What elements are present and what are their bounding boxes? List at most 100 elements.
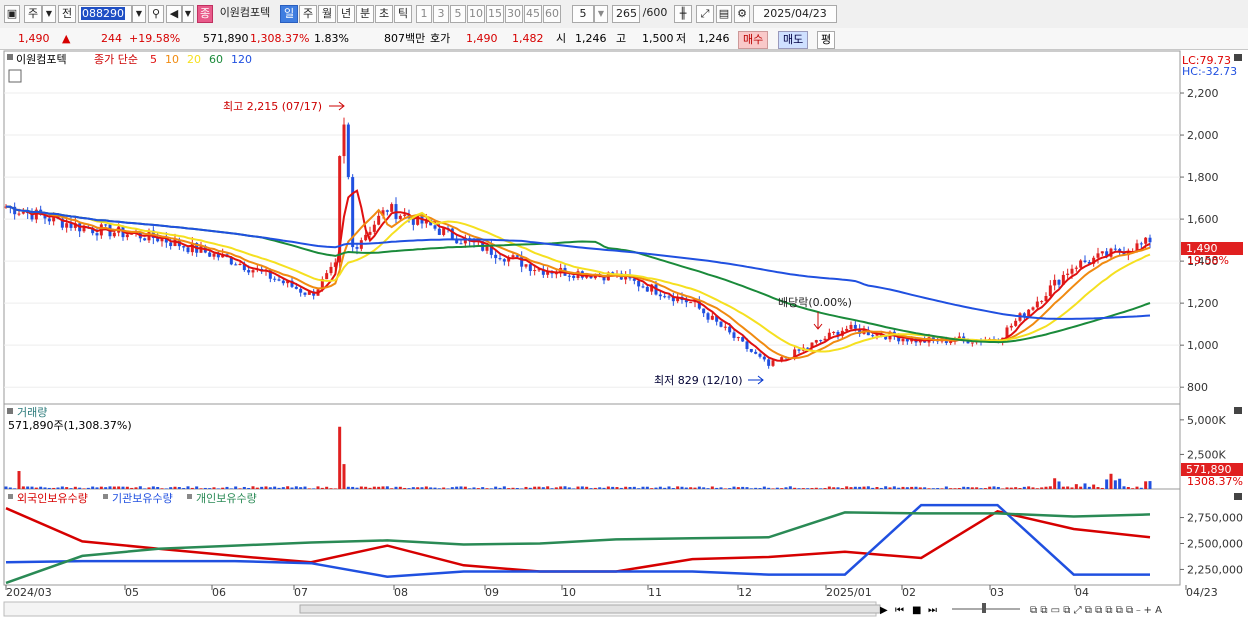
volume-bar [238, 488, 242, 489]
rewind-icon[interactable]: ⏮ [895, 605, 904, 616]
interval-button[interactable]: 15 [486, 5, 504, 23]
candle-body [814, 340, 818, 343]
candle-body [273, 278, 277, 280]
volume-bar [312, 488, 316, 489]
volume-bar [823, 488, 827, 489]
volume-bar [47, 487, 51, 489]
candle-body [502, 259, 506, 262]
volume-bar [494, 486, 498, 489]
volume-close-icon[interactable] [1234, 407, 1242, 414]
candle-body [949, 341, 953, 344]
interval-value[interactable]: 5 [572, 5, 594, 23]
scroll-thumb[interactable] [299, 604, 881, 614]
volume-bar [355, 487, 359, 489]
period-button[interactable]: 주 [299, 5, 317, 23]
save-icon[interactable]: ▤ [716, 5, 732, 23]
market-select[interactable]: 주 [24, 5, 42, 23]
volume-bar [593, 487, 597, 489]
candle-body [732, 332, 736, 338]
period-button[interactable]: 월 [318, 5, 336, 23]
candle-body [403, 214, 407, 216]
sell-button[interactable]: 매도 [778, 31, 809, 49]
candle-body [663, 296, 667, 298]
volume-bar [30, 486, 34, 489]
volume-bar [299, 487, 303, 489]
volume-bar [1109, 473, 1113, 489]
interval-button[interactable]: 3 [433, 5, 449, 23]
price-close-icon[interactable] [1234, 54, 1242, 61]
volume-bar [918, 487, 922, 489]
count-input[interactable]: 265 [612, 5, 640, 23]
trade-amount: 807백만 [384, 32, 426, 45]
volume-bar [853, 486, 857, 489]
speaker-dropdown-icon[interactable]: ▼ [182, 5, 194, 23]
volume-bar [251, 486, 255, 489]
buy-button[interactable]: 매수 [738, 31, 769, 49]
avg-button[interactable]: 평 [817, 31, 836, 49]
interval-button[interactable]: 60 [543, 5, 561, 23]
interval-dropdown-icon[interactable]: ▼ [594, 5, 608, 23]
period-button[interactable]: 분 [356, 5, 374, 23]
stock-chart[interactable]: 8001,0001,2001,4001,6001,8002,0002,2002,… [0, 50, 1248, 621]
volume-bar [1139, 487, 1143, 489]
up-arrow-icon: ▲ [62, 32, 71, 45]
volume-bar [108, 486, 112, 489]
candle-body [706, 313, 710, 320]
prev-button[interactable]: 전 [58, 5, 76, 23]
volume-bar [34, 487, 38, 489]
toolbar: ▣ 주 ▼ 전 088290 ▼ ⚲ ◀ ▼ 종 이원컴포텍 일주월년분초틱 1… [0, 0, 1248, 29]
stop-icon[interactable]: ■ [912, 605, 921, 616]
volume-bar [936, 488, 940, 489]
speaker-icon[interactable]: ◀ [166, 5, 182, 23]
volume-bar [728, 488, 732, 489]
interval-button[interactable]: 30 [505, 5, 523, 23]
annotation-high: 최고 2,215 (07/17) [223, 100, 322, 113]
volume-bar [1001, 488, 1005, 489]
period-button[interactable]: 틱 [394, 5, 412, 23]
volume-bar [1144, 481, 1148, 489]
stock-badge: 종 [197, 5, 213, 23]
volume-panel [3, 403, 1181, 490]
zoom-handle[interactable] [982, 603, 986, 613]
scroll-right-icon[interactable]: ▶ [880, 605, 888, 616]
open-label: 시 [556, 32, 567, 45]
candle-body [645, 286, 649, 292]
volume-bar [749, 488, 753, 489]
price-tick-label: 2,200 [1187, 87, 1219, 100]
window-icon[interactable]: ▣ [4, 5, 20, 23]
interval-button[interactable]: 1 [416, 5, 432, 23]
interval-button[interactable]: 45 [524, 5, 542, 23]
crosshair-icon[interactable]: ⤢ [696, 5, 714, 23]
interval-button[interactable]: 10 [467, 5, 485, 23]
date-input[interactable]: 2025/04/23 [753, 5, 837, 23]
x-tick-label: 04/23 [1186, 586, 1218, 599]
candle-body [723, 326, 727, 328]
volume-bar [320, 487, 324, 489]
code-dropdown-icon[interactable]: ▼ [132, 5, 146, 23]
tool-icons[interactable]: ⧉ ⧉ ▭ ⧉ ⤢ ⧉ ⧉ ⧉ ⧉ ⧉ ⎯ + A [1030, 605, 1162, 616]
interval-button[interactable]: 5 [450, 5, 466, 23]
search-icon[interactable]: ⚲ [148, 5, 164, 23]
calendar-icon[interactable] [8, 69, 22, 83]
volume-bar [446, 488, 450, 489]
gear-icon[interactable]: ⚙ [734, 5, 750, 23]
candle-icon[interactable]: ╫ [674, 5, 692, 23]
period-button[interactable]: 년 [337, 5, 355, 23]
volume-bar [502, 486, 506, 489]
volume-bar [758, 488, 762, 489]
period-button[interactable]: 일 [280, 5, 298, 23]
code-input[interactable]: 088290 [78, 5, 132, 23]
forward-icon[interactable]: ⏭ [928, 605, 937, 616]
candle-body [511, 255, 515, 258]
volume-menu-icon[interactable] [7, 408, 13, 414]
volume-bar [1061, 486, 1065, 489]
holding-close-icon[interactable] [1234, 493, 1242, 500]
volume-bar [836, 487, 840, 489]
period-button[interactable]: 초 [375, 5, 393, 23]
candle-body [1096, 253, 1100, 258]
x-tick-label: 07 [294, 586, 308, 599]
candle-body [832, 331, 836, 333]
candle-body [1048, 285, 1052, 296]
market-dropdown-icon[interactable]: ▼ [42, 5, 56, 23]
panel-menu-icon[interactable] [7, 54, 13, 60]
